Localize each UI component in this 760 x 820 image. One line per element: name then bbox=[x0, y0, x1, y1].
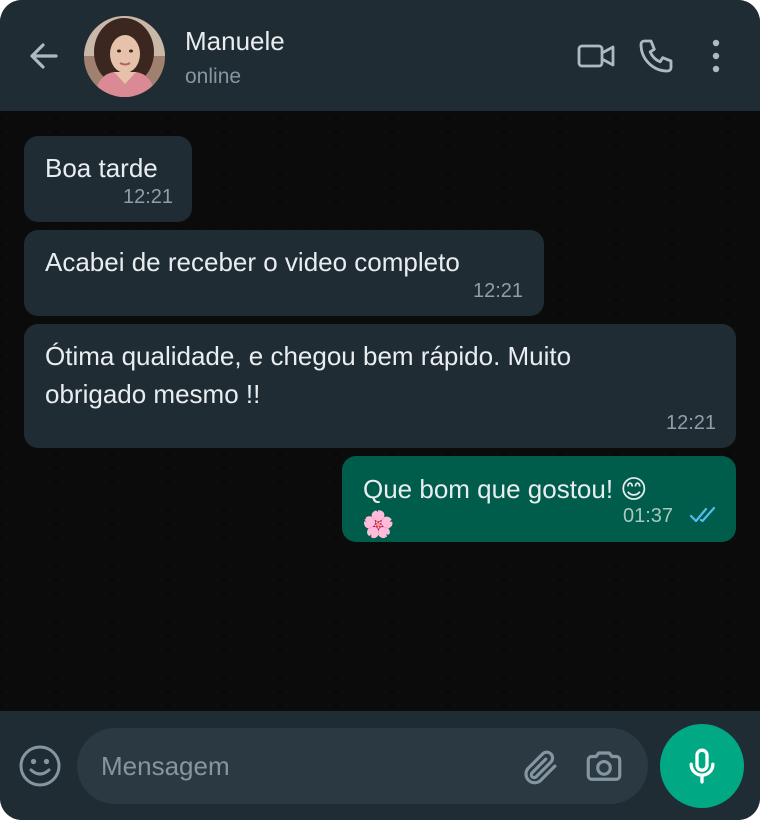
back-button[interactable] bbox=[24, 36, 64, 76]
message-list[interactable]: Boa tarde 12:21 Acabei de receber o vide… bbox=[0, 111, 760, 711]
more-vertical-icon bbox=[712, 39, 720, 73]
voice-message-button[interactable] bbox=[660, 724, 744, 808]
message-bubble-incoming[interactable]: Ótima qualidade, e chegou bem rápido. Mu… bbox=[24, 324, 736, 448]
more-options-button[interactable] bbox=[700, 36, 732, 76]
voice-call-button[interactable] bbox=[636, 36, 676, 76]
microphone-icon bbox=[689, 748, 715, 784]
video-camera-icon bbox=[577, 44, 615, 68]
chat-header: Manuele online bbox=[0, 0, 760, 111]
emoji-button[interactable] bbox=[18, 744, 62, 788]
message-text: Boa tarde bbox=[45, 153, 158, 183]
message-time: 12:21 bbox=[473, 280, 524, 302]
message-bubble-incoming[interactable]: Acabei de receber o video completo 12:21 bbox=[24, 230, 544, 316]
contact-status: online bbox=[185, 65, 242, 88]
phone-icon bbox=[639, 39, 673, 73]
camera-icon bbox=[586, 751, 622, 781]
message-bubble-outgoing[interactable]: Que bom que gostou! 😊 🌸 01:37 bbox=[342, 456, 736, 542]
message-input[interactable] bbox=[101, 746, 501, 786]
profile-photo bbox=[84, 16, 165, 97]
chat-screen: Manuele online Boa tarde 12:21 Acabei de… bbox=[0, 0, 760, 820]
message-text: Ótima qualidade, e chegou bem rápido. Mu… bbox=[45, 337, 571, 413]
contact-name[interactable]: Manuele bbox=[185, 26, 285, 57]
paperclip-icon bbox=[524, 750, 557, 785]
message-input-container bbox=[77, 728, 648, 804]
video-call-button[interactable] bbox=[576, 36, 616, 76]
smiley-icon bbox=[19, 745, 61, 787]
double-check-read-icon bbox=[689, 506, 716, 523]
message-text: Que bom que gostou! 😊 bbox=[363, 474, 648, 504]
message-emoji-line: 🌸 bbox=[362, 509, 395, 539]
attach-button[interactable] bbox=[519, 746, 561, 788]
avatar[interactable] bbox=[84, 16, 165, 97]
camera-button[interactable] bbox=[583, 746, 625, 788]
message-time: 12:21 bbox=[123, 186, 174, 208]
message-composer bbox=[0, 711, 760, 820]
message-text-line: Ótima qualidade, e chegou bem rápido. Mu… bbox=[45, 341, 572, 371]
message-text-line: obrigado mesmo !! bbox=[45, 379, 261, 409]
message-time: 12:21 bbox=[666, 412, 717, 434]
message-text: Acabei de receber o video completo bbox=[45, 247, 460, 277]
message-bubble-incoming[interactable]: Boa tarde 12:21 bbox=[24, 136, 192, 222]
arrow-left-icon bbox=[30, 43, 58, 69]
message-time: 01:37 bbox=[623, 505, 674, 527]
